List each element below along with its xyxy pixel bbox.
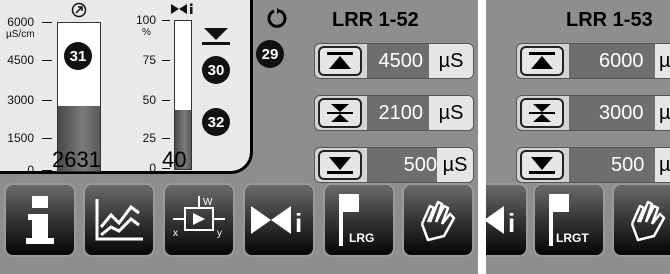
level-tick-100: 100 [135,13,156,27]
limit-target-value: 2100 [378,102,424,124]
target-limit-icon [520,98,564,128]
device-lrgt-button[interactable]: LRGT [533,183,605,257]
cond-tick-6000: 6000 [7,15,34,29]
callout-30-badge: 30 [202,56,230,84]
cond-tick-mark [42,22,52,23]
dial-icon [71,2,87,23]
controller-icon: Wx y [173,196,225,239]
limit-min-unit: µS [655,148,670,182]
gauge-card: 6000 µS/cm 4500 3000 1500 0 31 2631 100 … [0,0,253,177]
manual-hand-icon [630,200,666,242]
limit-target-unit: µS [655,96,670,130]
valve-info-button[interactable]: i [243,183,315,257]
limit-value-area: 2100 µS [367,96,473,130]
callout-29-badge: 29 [256,40,284,68]
limit-value-area: 4500 µS [367,44,473,78]
device-panel-lrr-1-52: 6000 µS/cm 4500 3000 1500 0 31 2631 100 … [0,0,478,274]
limit-min-unit: µS [437,148,473,182]
device-title: LRR 1-53 [566,9,653,31]
valve-info-icon: i [251,206,302,238]
level-tick-25: 25 [142,131,156,145]
limit-max-unit: µS [429,44,473,78]
device-lrg-button[interactable]: LRG [323,183,395,257]
controller-w-label: W [203,197,213,208]
device-title: LRR 1-52 [332,9,419,31]
refresh-status-icon [266,8,288,35]
cond-unit: µS/cm [6,29,35,40]
info-icon [26,196,54,244]
level-tick-mark [162,20,170,21]
limit-value-area: 6000 µS [569,44,670,78]
callout-32-badge: 32 [202,108,230,136]
valve-info-small-icon [170,2,196,20]
cond-tick-1500: 1500 [7,131,34,145]
valve-info-icon: i [486,206,515,238]
limit-min-row[interactable]: 500 µS [314,147,474,183]
device-lrgt-label: LRGT [556,231,589,245]
limit-min-value: 500 [403,154,437,176]
conductivity-value: 2631 [52,147,101,172]
level-tick-75: 75 [142,53,156,67]
limit-max-value: 6000 [599,50,644,72]
info-button[interactable] [4,183,76,257]
device-lrg-icon: LRG [339,194,374,246]
limit-max-unit: µS [655,44,670,78]
trend-chart-icon [95,199,143,241]
level-tick-mark [162,100,170,101]
device-panel-lrr-1-53: LRR 1-53 6000 µS 3000 µS 500 µS i LRGT [486,0,670,274]
limit-max-row[interactable]: 6000 µS [516,43,670,79]
cond-tick-0: 0 [27,163,34,177]
device-lrgt-icon: LRGT [549,194,589,246]
cond-tick-mark [42,138,52,139]
limit-target-row[interactable]: 2100 µS [314,95,474,131]
level-setpoint-icon [202,26,230,51]
valve-info-button[interactable]: i [486,183,528,257]
level-value: 40 [162,147,187,172]
target-limit-icon [318,98,362,128]
manual-mode-button[interactable] [402,183,474,257]
manual-hand-icon [420,200,456,242]
limit-min-value: 500 [611,154,645,176]
cond-tick-4500: 4500 [7,53,34,67]
manual-mode-button[interactable] [612,183,670,257]
limit-min-row[interactable]: 500 µS [516,147,670,183]
controller-button[interactable]: Wx y [163,183,235,257]
min-limit-icon [520,150,564,180]
limit-target-value: 3000 [599,102,644,124]
level-tick-mark [162,60,170,61]
cond-tick-mark [42,60,52,61]
controller-x-label: x [173,228,178,239]
callout-31-badge: 31 [64,42,92,70]
controller-y-label: y [217,228,222,239]
limit-value-area: 3000 µS [569,96,670,130]
cond-tick-3000: 3000 [7,93,34,107]
cond-tick-mark [42,100,52,101]
trend-button[interactable] [83,183,155,257]
valve-info-label: i [295,208,302,238]
valve-info-label: i [508,208,515,238]
max-limit-icon [318,46,362,76]
level-tick-mark [162,138,170,139]
limit-target-row[interactable]: 3000 µS [516,95,670,131]
level-tick-0: 0 [149,161,156,175]
limit-value-area: 500 µS [569,148,670,182]
level-unit: % [142,27,151,38]
device-lrg-label: LRG [349,231,374,245]
max-limit-icon [520,46,564,76]
limit-max-value: 4500 [378,50,424,72]
level-tick-50: 50 [142,93,156,107]
limit-target-unit: µS [429,96,473,130]
panel-divider [478,0,486,274]
limit-value-area: 500 µS [367,148,473,182]
cond-tick-mark [42,170,52,171]
min-limit-icon [318,150,362,180]
limit-max-row[interactable]: 4500 µS [314,43,474,79]
